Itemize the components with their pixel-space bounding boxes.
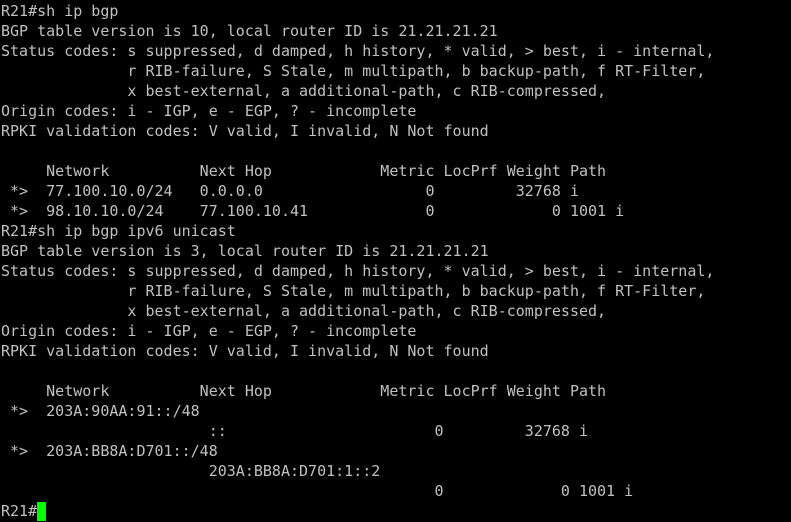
terminal-line: r RIB-failure, S Stale, m multipath, b b… — [1, 62, 706, 80]
terminal-line: Origin codes: i - IGP, e - EGP, ? - inco… — [1, 102, 417, 120]
terminal-line: RPKI validation codes: V valid, I invali… — [1, 342, 489, 360]
terminal-line: RPKI validation codes: V valid, I invali… — [1, 122, 489, 140]
terminal-line: *> 77.100.10.0/24 0.0.0.0 0 32768 i — [1, 182, 579, 200]
terminal-window[interactable]: R21#sh ip bgp BGP table version is 10, lo… — [0, 0, 791, 522]
terminal-line: Network Next Hop Metric LocPrf Weight Pa… — [1, 382, 607, 400]
terminal-line: :: 0 32768 i — [1, 422, 588, 440]
terminal-line: Network Next Hop Metric LocPrf Weight Pa… — [1, 162, 607, 180]
terminal-line: x best-external, a additional-path, c RI… — [1, 302, 607, 320]
terminal-line: 0 0 1001 i — [1, 482, 634, 500]
terminal-line: Origin codes: i - IGP, e - EGP, ? - inco… — [1, 322, 417, 340]
prompt-line[interactable]: R21# — [1, 501, 791, 521]
terminal-line: BGP table version is 3, local router ID … — [1, 242, 489, 260]
terminal-line: Status codes: s suppressed, d damped, h … — [1, 42, 715, 60]
terminal-line: R21#sh ip bgp — [1, 2, 119, 20]
terminal-line: *> 203A:BB8A:D701::/48 — [1, 442, 218, 460]
terminal-line: *> 98.10.10.0/24 77.100.10.41 0 0 1001 i — [1, 202, 625, 220]
terminal-line: BGP table version is 10, local router ID… — [1, 22, 498, 40]
terminal-line: r RIB-failure, S Stale, m multipath, b b… — [1, 282, 706, 300]
cursor-block-icon — [37, 501, 47, 521]
terminal-output: R21#sh ip bgp BGP table version is 10, lo… — [1, 1, 791, 501]
terminal-line: *> 203A:90AA:91::/48 — [1, 402, 200, 420]
terminal-line: Status codes: s suppressed, d damped, h … — [1, 262, 715, 280]
terminal-line: x best-external, a additional-path, c RI… — [1, 82, 607, 100]
terminal-line: 203A:BB8A:D701:1::2 — [1, 462, 381, 480]
prompt-text: R21# — [1, 502, 38, 520]
terminal-line: R21#sh ip bgp ipv6 unicast — [1, 222, 236, 240]
